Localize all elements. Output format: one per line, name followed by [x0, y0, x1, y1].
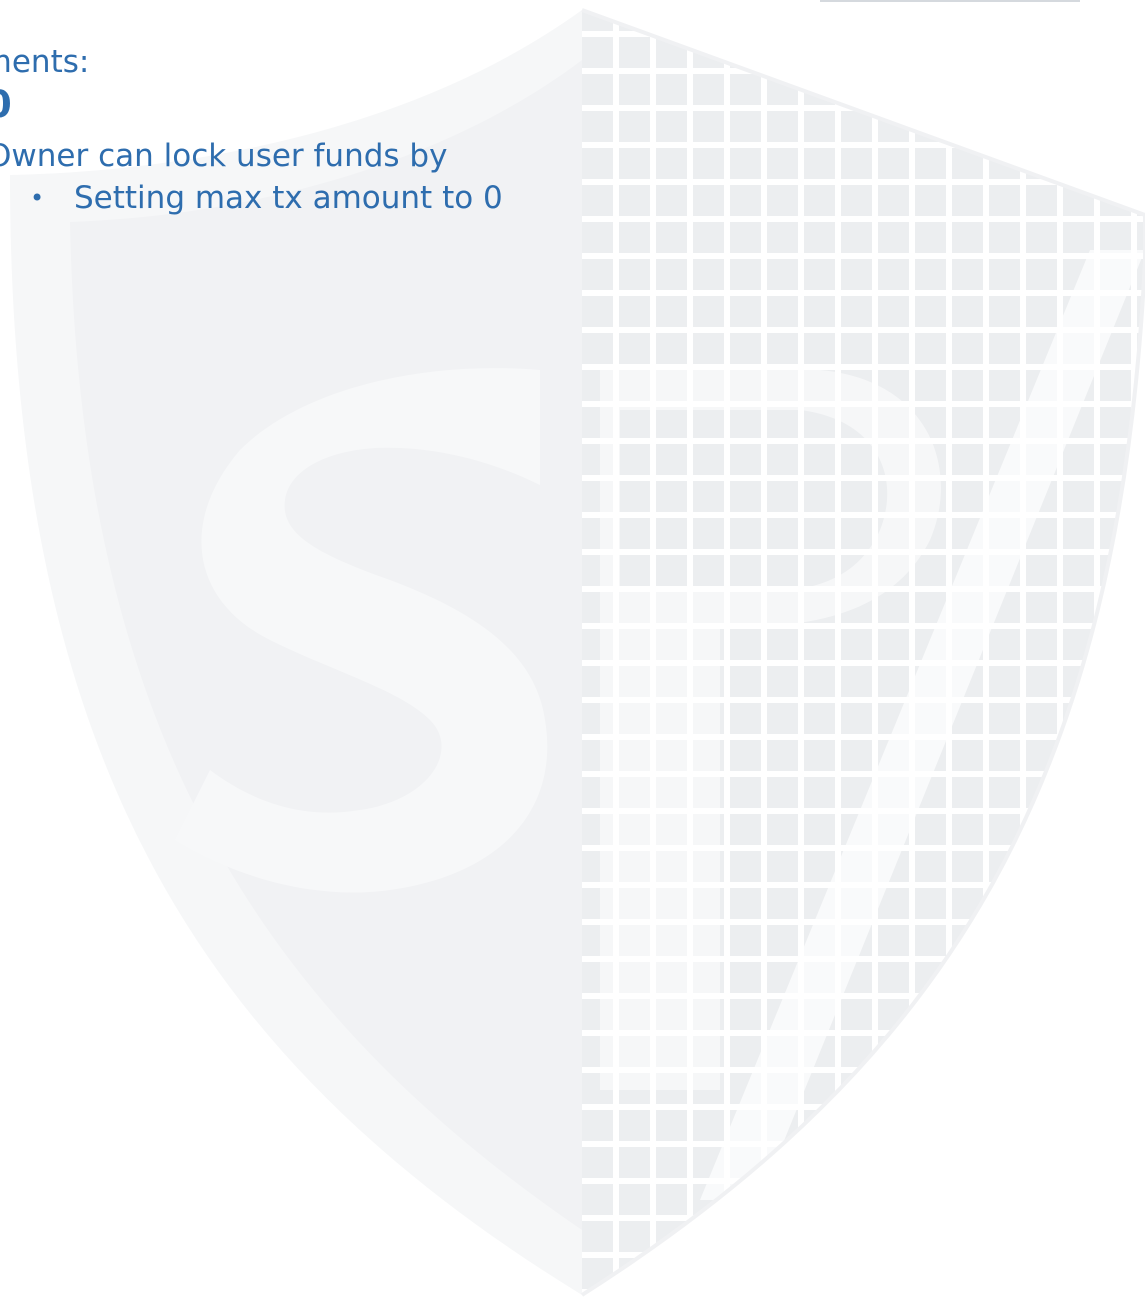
comments-heading: nments: [0, 44, 90, 80]
comment-text: Owner can lock user funds by [0, 138, 448, 174]
comment-number: 0 [0, 80, 12, 130]
list-item: • Setting max tx amount to 0 [30, 176, 503, 220]
list-item-text: Setting max tx amount to 0 [74, 180, 503, 216]
comment-sub-list: • Setting max tx amount to 0 [30, 176, 503, 220]
audit-document-page: nments: 0 Owner can lock user funds by •… [0, 0, 1145, 1303]
bullet-icon: • [30, 184, 45, 212]
header-rule [820, 0, 1080, 2]
